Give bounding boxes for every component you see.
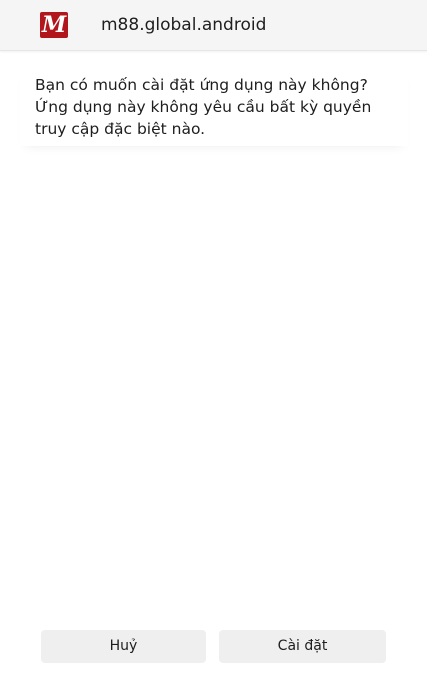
prompt-line-3: truy cập đặc biệt nào. (35, 120, 206, 138)
app-header: M m88.global.android (0, 0, 427, 51)
install-prompt-card: Bạn có muốn cài đặt ứng dụng này không? … (20, 68, 408, 146)
app-package-name: m88.global.android (101, 15, 267, 35)
install-button[interactable]: Cài đặt (219, 630, 386, 663)
prompt-line-2: Ứng dụng này không yêu cầu bất kỳ quyền (35, 98, 372, 116)
prompt-line-1: Bạn có muốn cài đặt ứng dụng này không? (35, 76, 368, 94)
install-prompt-text: Bạn có muốn cài đặt ứng dụng này không? … (35, 74, 407, 140)
cancel-button[interactable]: Huỷ (41, 630, 206, 663)
m88-app-icon: M (40, 12, 68, 38)
